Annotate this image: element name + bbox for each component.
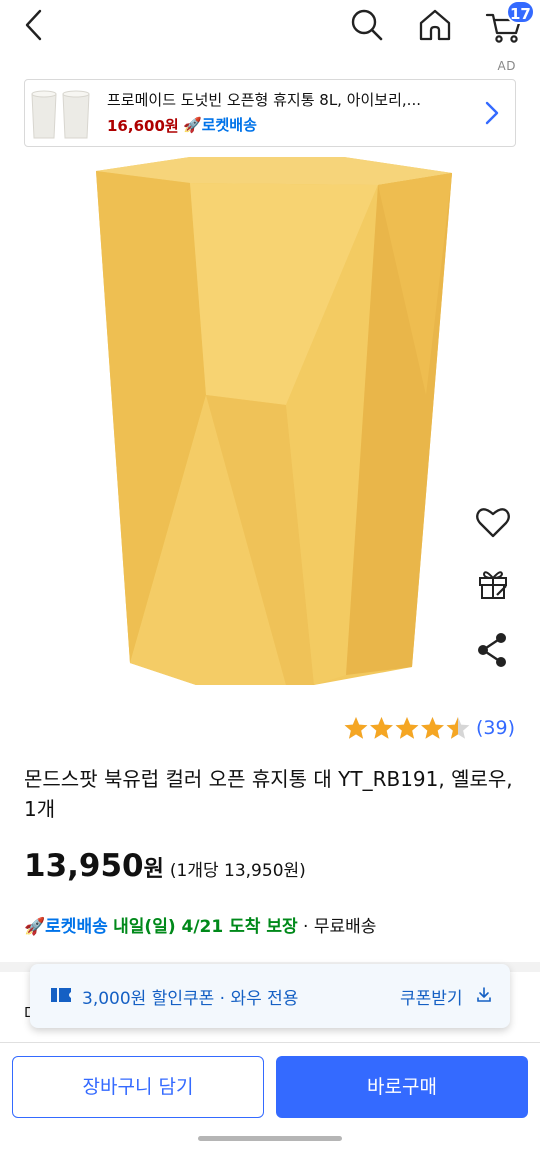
back-arrow-icon (25, 9, 42, 41)
star-icon (370, 717, 393, 739)
rocket-icon: 🚀 (24, 917, 46, 937)
coupon-description: 3,000원 할인쿠폰 · 와우 전용 (82, 989, 299, 1009)
coupon-bar[interactable]: 3,000원 할인쿠폰 · 와우 전용 쿠폰받기 (30, 964, 510, 1028)
search-icon (351, 9, 383, 41)
rating-stars[interactable] (344, 716, 474, 742)
unit-price: (1개당 13,950원) (169, 861, 306, 881)
star-icon (395, 717, 419, 739)
ad-label: AD (497, 59, 516, 73)
home-button[interactable] (416, 6, 454, 44)
home-indicator[interactable] (198, 1136, 342, 1141)
product-price: 13,950 (24, 848, 144, 884)
search-button[interactable] (348, 6, 386, 44)
wishlist-button[interactable] (474, 503, 512, 541)
product-image[interactable] (86, 155, 456, 690)
home-icon (419, 9, 451, 41)
cart-count-badge: 17 (506, 0, 535, 24)
star-icon (421, 717, 444, 739)
delivery-info: 🚀로켓배송 내일(일) 4/21 도착 보장 · 무료배송 (24, 912, 376, 937)
coupon-icon (50, 986, 72, 1004)
price-currency: 원 (143, 857, 164, 882)
delivery-separator: · (303, 917, 309, 937)
free-shipping-label: 무료배송 (313, 917, 377, 937)
share-icon (478, 633, 506, 667)
review-count[interactable]: (39) (476, 717, 515, 739)
price-row: 13,950원 (1개당 13,950원) (24, 848, 306, 884)
download-icon[interactable] (476, 986, 492, 1004)
heart-icon (476, 508, 510, 538)
gift-button[interactable] (476, 567, 510, 601)
product-title: 몬드스팟 북유럽 컬러 오픈 휴지통 대 YT_RB191, 옐로우, 1개 (24, 767, 513, 821)
rocket-icon: 🚀 (183, 116, 202, 134)
ad-rocket-delivery: 🚀로켓배송 (183, 114, 257, 135)
star-icon (344, 717, 368, 739)
gift-icon (479, 571, 507, 599)
coupon-download-button[interactable]: 쿠폰받기 (400, 984, 463, 1009)
ad-chevron-right-icon (481, 100, 503, 126)
ad-product-price: 16,600원 (107, 117, 179, 135)
back-button[interactable] (18, 8, 52, 42)
share-button[interactable] (476, 632, 508, 668)
ad-rocket-label: 로켓배송 (201, 116, 257, 134)
ad-product-title: 프로메이드 도넛빈 오픈형 휴지통 8L, 아이보리,... (107, 91, 421, 109)
ad-product-thumbnail (27, 86, 97, 142)
bottom-bar-divider (0, 1042, 540, 1043)
rocket-delivery-label: 로켓배송 (45, 917, 108, 937)
top-navigation-bar: 17 (0, 0, 540, 52)
add-to-cart-button[interactable]: 장바구니 담기 (12, 1056, 264, 1118)
arrival-guarantee: 내일(일) 4/21 도착 보장 (113, 917, 298, 937)
buy-now-button[interactable]: 바로구매 (276, 1056, 528, 1118)
ad-banner[interactable]: 프로메이드 도넛빈 오픈형 휴지통 8L, 아이보리,... 16,600원 🚀… (24, 79, 516, 147)
